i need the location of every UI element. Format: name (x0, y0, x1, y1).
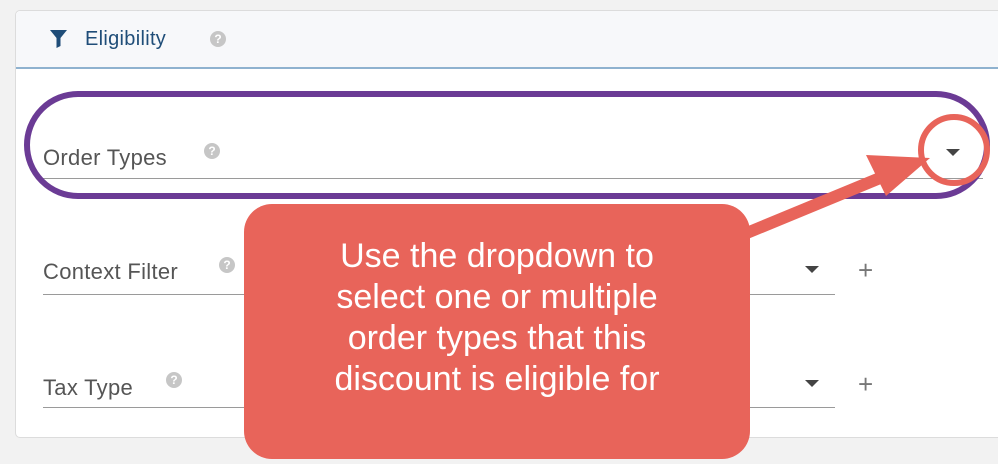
callout-line: order types that this (347, 319, 647, 357)
callout-line: select one or multiple (336, 278, 658, 316)
context-filter-add-icon[interactable]: + (858, 257, 873, 283)
tax-type-label: Tax Type (43, 375, 134, 400)
context-filter-label: Context Filter (43, 259, 179, 284)
tax-type-dropdown-icon[interactable] (805, 380, 819, 387)
screenshot-stage: Eligibility ? Order Types ? Context Filt… (0, 0, 998, 464)
highlight-oval (24, 91, 990, 199)
tax-type-add-icon[interactable]: + (858, 371, 873, 397)
panel-title: Eligibility (85, 28, 167, 50)
callout-box: Use the dropdown to select one or multip… (244, 204, 750, 459)
tax-type-help-icon[interactable]: ? (166, 372, 182, 388)
panel-header: Eligibility ? (16, 11, 998, 69)
callout-line: Use the dropdown to (340, 237, 654, 275)
dropdown-highlight-circle (918, 114, 990, 186)
context-filter-dropdown-icon[interactable] (805, 266, 819, 273)
help-icon[interactable]: ? (210, 31, 226, 47)
callout-line: discount is eligible for (334, 360, 660, 398)
context-filter-help-icon[interactable]: ? (219, 257, 235, 273)
filter-icon (50, 30, 67, 48)
